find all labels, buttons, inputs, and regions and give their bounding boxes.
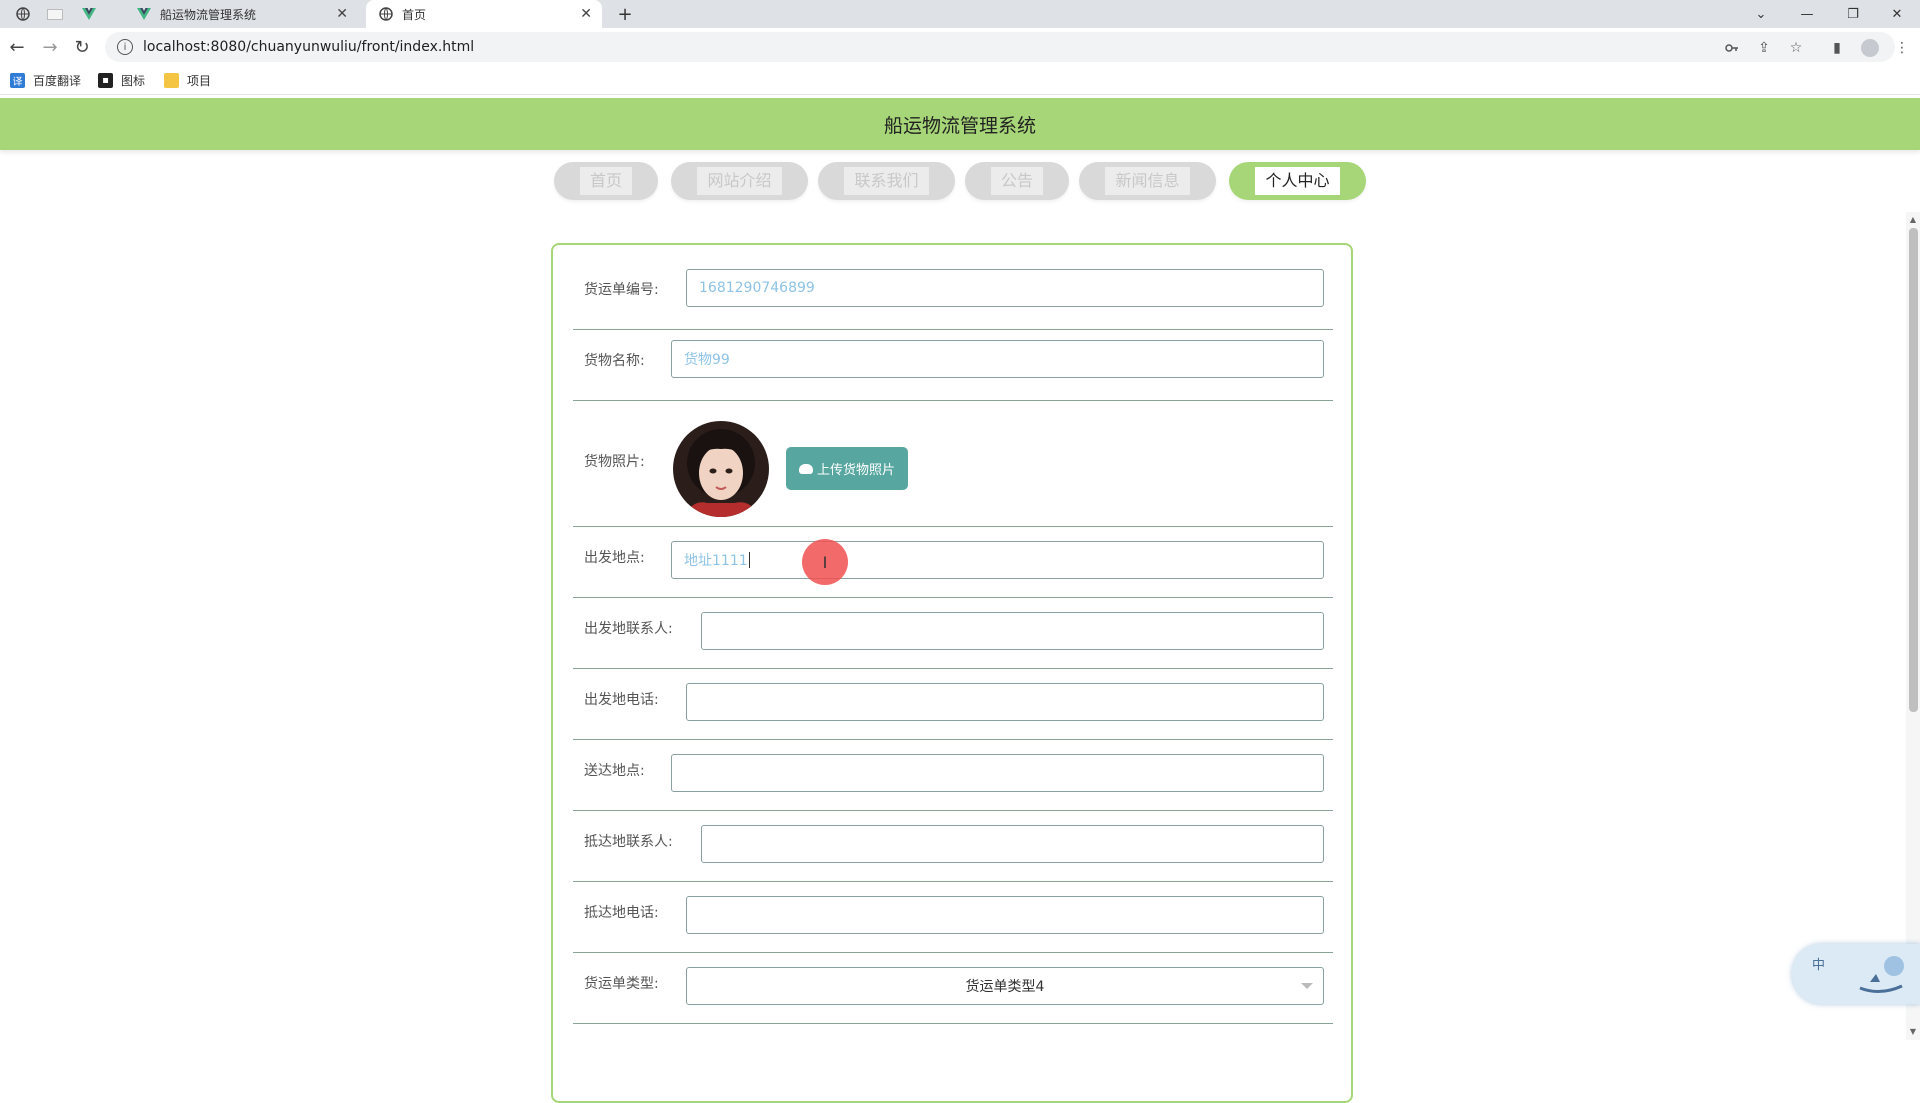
row-goods-name: 货物名称: 货物99 [573, 340, 1333, 401]
translate-icon: 译 [10, 73, 25, 88]
label-goods-photo: 货物照片: [584, 454, 645, 470]
label-order-type: 货运单类型: [584, 976, 659, 992]
origin-phone-input[interactable] [686, 683, 1324, 721]
tab-search-icon[interactable]: ⌄ [1738, 0, 1784, 28]
order-no-input[interactable]: 1681290746899 [686, 269, 1324, 307]
nav-contact[interactable]: 联系我们 [818, 162, 955, 200]
site-info-icon[interactable]: i [117, 39, 133, 55]
url-text: localhost:8080/chuanyunwuliu/front/index… [143, 39, 475, 55]
order-type-select[interactable]: 货运单类型4 [686, 967, 1324, 1005]
nav-home[interactable]: 首页 [554, 162, 658, 200]
cloud-upload-icon [798, 463, 813, 474]
row-order-type: 货运单类型: 货运单类型4 [573, 963, 1333, 1024]
destination-input[interactable] [671, 754, 1324, 792]
row-destination: 送达地点: [573, 750, 1333, 811]
side-panel-icon[interactable]: ▮ [1825, 36, 1849, 60]
chevron-down-icon [1301, 983, 1313, 989]
vue-icon [136, 6, 152, 22]
label-destination: 送达地点: [584, 763, 645, 779]
bookmark-baidu-translate[interactable]: 译 百度翻译 [10, 72, 81, 89]
upload-goods-photo-button[interactable]: 上传货物照片 [786, 447, 908, 490]
bookmark-icons[interactable]: ▪ 图标 [98, 72, 145, 89]
back-icon[interactable]: ← [3, 33, 31, 61]
browser-tabstrip: 船运物流管理系统 ✕ 首页 ✕ + ⌄ — ❐ ✕ [0, 0, 1920, 28]
moon-boat-icon [1859, 956, 1904, 993]
bookmark-project[interactable]: 项目 [164, 72, 211, 89]
tab-shipping-system[interactable]: 船运物流管理系统 ✕ [124, 0, 358, 28]
row-origin-phone: 出发地电话: [573, 679, 1333, 740]
vue-tab-icon[interactable] [76, 0, 102, 28]
nav-personal-center[interactable]: 个人中心 [1229, 162, 1366, 200]
row-dest-contact: 抵达地联系人: [573, 821, 1333, 882]
scroll-down-icon[interactable]: ▼ [1908, 1026, 1918, 1036]
site-header: 船运物流管理系统 [0, 98, 1920, 150]
floating-widget[interactable]: 中 [1792, 944, 1920, 1004]
dest-contact-input[interactable] [701, 825, 1324, 863]
label-dest-phone: 抵达地电话: [584, 905, 659, 921]
close-tab-icon[interactable]: ✕ [336, 6, 348, 22]
nav-about[interactable]: 网站介绍 [671, 162, 808, 200]
close-window-icon[interactable]: ✕ [1874, 0, 1920, 28]
row-dest-phone: 抵达地电话: [573, 892, 1333, 953]
text-cursor [748, 552, 750, 568]
shipping-order-form: 货运单编号: 1681290746899 货物名称: 货物99 货物照片: 上传… [551, 243, 1353, 1103]
forward-icon[interactable]: → [36, 33, 64, 61]
tab-title: 船运物流管理系统 [160, 7, 257, 22]
scroll-up-icon[interactable]: ▲ [1908, 214, 1918, 224]
blank-tab-icon[interactable] [42, 0, 68, 28]
reload-icon[interactable]: ↻ [68, 33, 96, 61]
label-goods-name: 货物名称: [584, 353, 645, 369]
row-order-no: 货运单编号: 1681290746899 [573, 269, 1333, 330]
row-origin: 出发地点: 地址1111 [573, 537, 1333, 598]
label-origin: 出发地点: [584, 550, 645, 566]
site-title: 船运物流管理系统 [883, 114, 1036, 137]
label-order-no: 货运单编号: [584, 282, 659, 298]
profile-avatar-icon[interactable] [1858, 36, 1882, 60]
bookmark-label: 图标 [121, 74, 146, 88]
text-cursor-icon: I [822, 552, 828, 572]
scrollbar-thumb[interactable] [1909, 228, 1918, 712]
label-dest-contact: 抵达地联系人: [584, 834, 673, 850]
tab-title: 首页 [402, 7, 427, 22]
globe-tab-icon[interactable] [10, 0, 36, 28]
image-icon: ▪ [98, 73, 113, 88]
key-icon[interactable] [1720, 36, 1744, 60]
row-origin-contact: 出发地联系人: [573, 608, 1333, 669]
new-tab-button[interactable]: + [612, 0, 638, 28]
address-bar[interactable]: i localhost:8080/chuanyunwuliu/front/ind… [105, 32, 1895, 62]
nav-announcement[interactable]: 公告 [965, 162, 1069, 200]
tab-home[interactable]: 首页 ✕ [366, 0, 602, 28]
dest-phone-input[interactable] [686, 896, 1324, 934]
more-menu-icon[interactable]: ⋮ [1890, 36, 1914, 60]
origin-input[interactable]: 地址1111 [671, 541, 1324, 579]
browser-toolbar: ← → ↻ i localhost:8080/chuanyunwuliu/fro… [0, 28, 1920, 66]
restore-icon[interactable]: ❐ [1830, 0, 1876, 28]
row-goods-photo: 货物照片: 上传货物照片 [573, 411, 1333, 527]
label-origin-contact: 出发地联系人: [584, 621, 673, 637]
goods-photo-thumbnail [673, 421, 769, 517]
bookmark-label: 百度翻译 [33, 74, 82, 88]
share-icon[interactable]: ⇪ [1752, 36, 1776, 60]
close-tab-icon[interactable]: ✕ [580, 6, 592, 22]
label-origin-phone: 出发地电话: [584, 692, 659, 708]
nav-news[interactable]: 新闻信息 [1079, 162, 1216, 200]
globe-icon [378, 6, 394, 22]
bookmark-label: 项目 [187, 74, 212, 88]
bookmark-star-icon[interactable]: ☆ [1784, 36, 1808, 60]
bookmarks-bar: 译 百度翻译 ▪ 图标 项目 [0, 66, 1920, 95]
folder-icon [164, 73, 179, 88]
click-indicator: I [802, 539, 848, 585]
goods-name-input[interactable]: 货物99 [671, 340, 1324, 378]
language-indicator: 中 [1812, 958, 1826, 973]
minimize-icon[interactable]: — [1784, 0, 1830, 28]
origin-contact-input[interactable] [701, 612, 1324, 650]
